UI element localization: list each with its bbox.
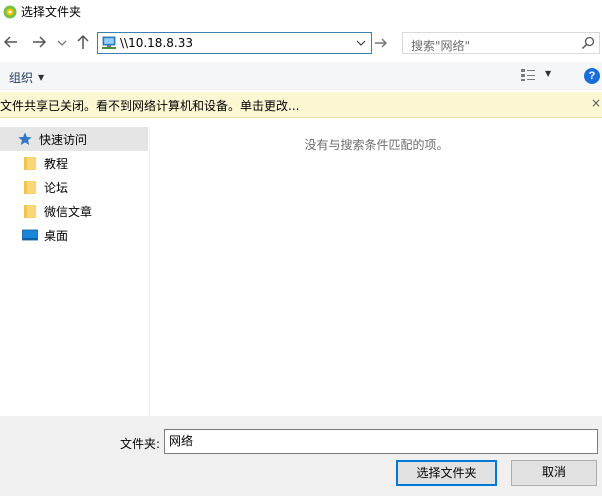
address-value: \\10.18.8.33 [120,36,193,50]
arrow-left-icon[interactable] [2,33,20,51]
sidebar-item-forum[interactable]: 论坛 [0,175,148,199]
sidebar-item-label: 微信文章 [44,204,93,219]
info-bar[interactable]: 文件共享已关闭。看不到网络计算机和设备。单击更改... × [0,92,602,118]
desktop-icon [22,229,38,241]
folder-name-input[interactable]: 网络 [164,429,598,454]
window-title: 选择文件夹 [21,5,82,19]
sidebar-item-wechat-articles[interactable]: 微信文章 [0,199,148,223]
go-arrow-icon[interactable] [373,34,389,52]
navigation-bar: \\10.18.8.33 搜索"网络" [0,26,602,59]
arrow-right-icon[interactable] [30,33,48,51]
title-bar: 选择文件夹 [0,0,602,23]
folder-icon [24,205,36,218]
cancel-button[interactable]: 取消 [511,460,597,486]
help-icon[interactable]: ? [584,68,600,84]
dialog-footer: 文件夹: 网络 选择文件夹 取消 [0,416,602,496]
sidebar-item-label: 快速访问 [39,132,88,147]
address-bar[interactable]: \\10.18.8.33 [97,32,372,54]
navigation-pane: 快速访问 教程 论坛 微信文章 桌面 [0,126,150,416]
arrow-up-icon[interactable] [74,33,92,51]
select-folder-button[interactable]: 选择文件夹 [396,460,497,486]
sidebar-item-quick-access[interactable]: 快速访问 [0,127,148,151]
caret-down-icon: ▼ [38,73,45,82]
file-list-pane[interactable]: 没有与搜索条件匹配的项。 [151,126,602,416]
sidebar-item-label: 桌面 [44,228,69,243]
folder-icon [24,157,36,170]
sidebar-item-desktop[interactable]: 桌面 [0,223,148,247]
network-icon [102,36,116,49]
app-icon [3,5,17,18]
command-toolbar: 组织 ▼ ▼ ? [0,62,602,90]
star-icon [18,132,32,145]
empty-results-message: 没有与搜索条件匹配的项。 [304,138,449,152]
sidebar-item-tutorials[interactable]: 教程 [0,151,148,175]
info-bar-message[interactable]: 文件共享已关闭。看不到网络计算机和设备。单击更改... [0,97,299,114]
sidebar-item-label: 教程 [44,156,69,171]
sidebar-item-label: 论坛 [44,180,69,195]
address-dropdown-icon[interactable] [354,35,368,51]
organize-label: 组织 [9,71,34,85]
organize-menu-button[interactable]: 组织 ▼ [9,69,44,86]
search-icon[interactable] [581,36,595,50]
chevron-down-icon[interactable] [56,34,68,52]
search-placeholder: 搜索"网络" [411,39,471,53]
search-box[interactable]: 搜索"网络" [402,32,600,54]
folder-icon [24,181,36,194]
folder-field-label: 文件夹: [120,437,161,451]
close-icon[interactable]: × [591,96,601,110]
view-dropdown-icon[interactable]: ▼ [545,69,551,78]
view-options-icon[interactable] [520,68,536,82]
